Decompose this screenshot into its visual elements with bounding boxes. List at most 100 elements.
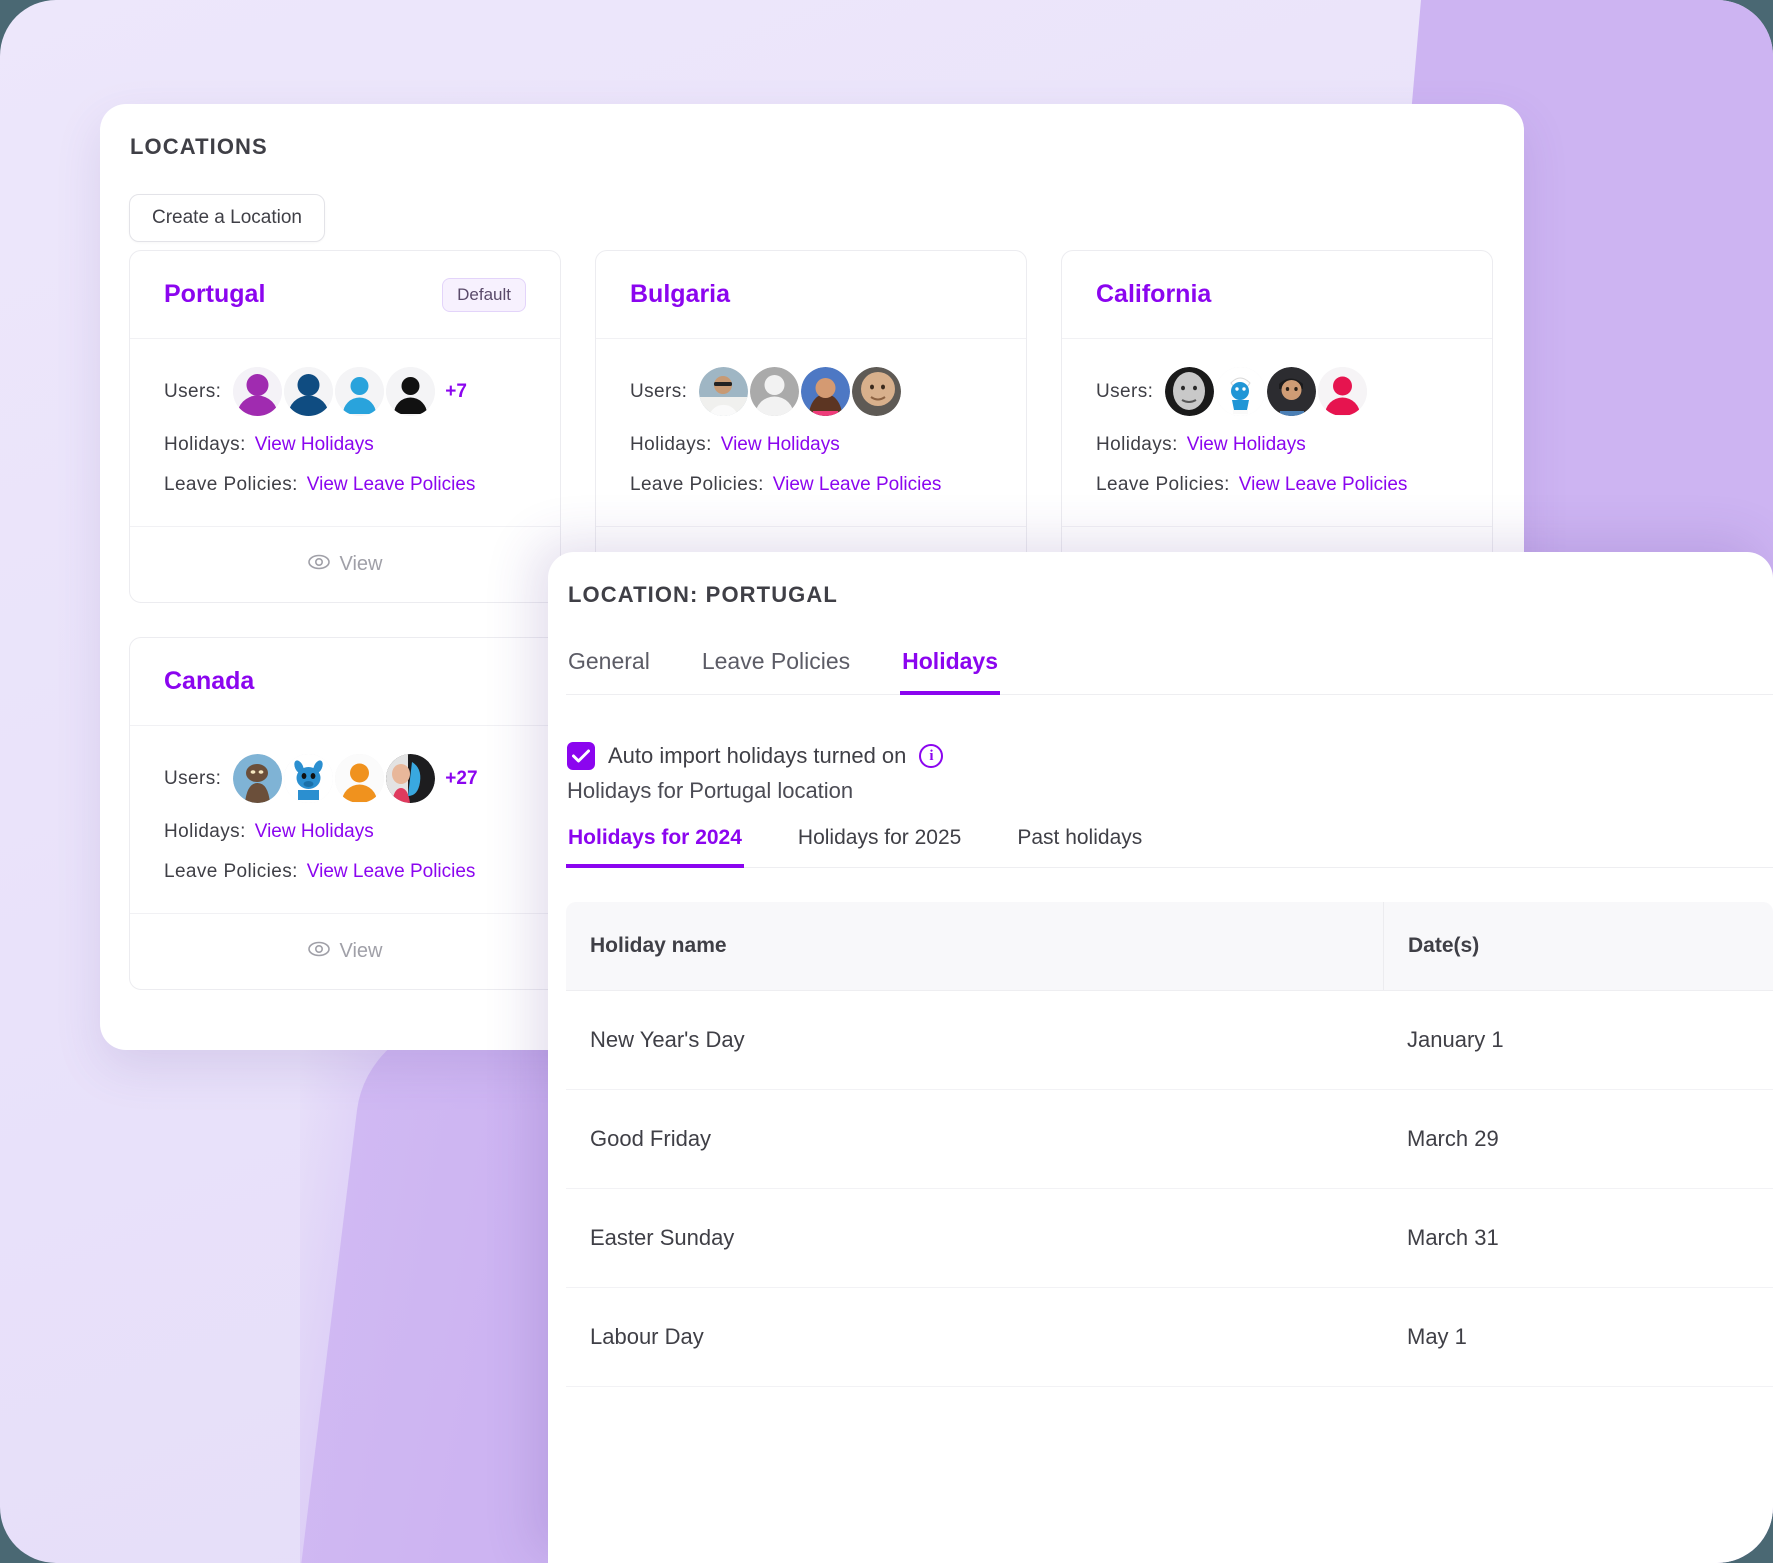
tab-general[interactable]: General [566,648,652,695]
location-card-body: Users: Holidays: View Holidays Leave Pol… [596,339,1026,526]
view-leave-policies-link[interactable]: View Leave Policies [1239,474,1408,496]
leave-policies-row: Leave Policies: View Leave Policies [1096,474,1458,496]
view-label: View [339,553,383,575]
location-card-canada[interactable]: Canada Users: +27 Holidays: View Holiday… [129,637,561,990]
table-row[interactable]: Good Friday March 29 [566,1090,1773,1189]
avatar-stitch[interactable] [284,754,334,803]
decorative-shape-fade [300,1030,560,1563]
leave-policies-label: Leave Policies: [164,861,298,882]
avatar-smurf[interactable] [1216,367,1266,416]
location-card-bulgaria[interactable]: Bulgaria Users: Holidays: View Holidays … [595,250,1027,603]
leave-policies-row: Leave Policies: View Leave Policies [630,474,992,496]
avatar-group[interactable] [699,367,903,416]
subtab-holidays-2025[interactable]: Holidays for 2025 [796,826,963,868]
cell-holiday-date: March 29 [1407,1126,1499,1151]
avatar-person-crimson[interactable] [1318,367,1368,416]
holidays-row: Holidays: View Holidays [1096,434,1458,456]
users-row: Users: +27 [164,754,526,803]
location-card-portugal[interactable]: Portugal Default Users: +7 Holidays: Vie… [129,250,561,603]
view-holidays-link[interactable]: View Holidays [1187,434,1306,456]
location-card-header: Bulgaria [596,251,1026,339]
auto-import-checkbox[interactable] [567,742,595,770]
table-row[interactable]: Labour Day May 1 [566,1288,1773,1387]
create-location-label: Create a Location [152,207,302,228]
cell-holiday-name: Easter Sunday [590,1225,735,1250]
leave-policies-label: Leave Policies: [630,474,764,495]
tab-holidays[interactable]: Holidays [900,648,1001,695]
leave-policies-row: Leave Policies: View Leave Policies [164,861,526,883]
avatar-photo-dark-man[interactable] [1267,367,1317,416]
avatar-person-black[interactable] [386,367,436,416]
more-users-count: +27 [445,767,478,789]
detail-tabs: General Leave Policies Holidays [566,648,1773,695]
avatar-photo-bw-man[interactable] [1165,367,1215,416]
view-holidays-link[interactable]: View Holidays [255,821,374,843]
more-users-count: +7 [445,380,467,402]
view-label: View [339,940,383,962]
create-location-button[interactable]: Create a Location [129,194,325,242]
location-name: Portugal [164,280,266,308]
users-label: Users: [164,767,222,789]
avatar-photo-man-sunglasses[interactable] [699,367,749,416]
view-leave-policies-link[interactable]: View Leave Policies [773,474,942,496]
users-row: Users: +7 [164,367,526,416]
leave-policies-row: Leave Policies: View Leave Policies [164,474,526,496]
view-holidays-link[interactable]: View Holidays [255,434,374,456]
cell-holiday-date: January 1 [1407,1027,1504,1052]
cell-holiday-date: March 31 [1407,1225,1499,1250]
auto-import-label: Auto import holidays turned on [608,743,907,768]
holidays-label: Holidays: [1096,434,1178,455]
detail-panel-title: LOCATION: PORTUGAL [568,582,838,607]
location-card-body: Users: +7 Holidays: View Holidays Leave … [130,339,560,526]
holidays-label: Holidays: [164,434,246,455]
avatar-group[interactable] [1165,367,1369,416]
view-location-footer[interactable]: View [130,913,560,989]
cell-holiday-date: May 1 [1407,1324,1467,1349]
tab-leave-policies[interactable]: Leave Policies [700,648,852,695]
subtab-past-holidays[interactable]: Past holidays [1015,826,1144,868]
avatar-person-purple[interactable] [233,367,283,416]
location-name: California [1096,280,1212,308]
table-row[interactable]: Easter Sunday March 31 [566,1189,1773,1288]
location-card-header: California [1062,251,1492,339]
location-name: Canada [164,667,255,695]
column-header-dates: Date(s) [1383,902,1773,990]
holidays-row: Holidays: View Holidays [164,821,526,843]
location-card-body: Users: Holidays: View Holidays Leave Pol… [1062,339,1492,526]
location-card-header: Canada [130,638,560,726]
users-label: Users: [630,380,688,402]
view-location-footer[interactable]: View [130,526,560,602]
eye-icon [307,940,330,963]
page-stage: LOCATIONS Create a Location Portugal Def… [0,0,1773,1563]
avatar-photo-bald-man[interactable] [852,367,902,416]
column-header-holiday-name: Holiday name [590,934,727,957]
avatar-person-navy[interactable] [284,367,334,416]
avatar-photo-colorful[interactable] [386,754,436,803]
location-card-california[interactable]: California Users: Holidays: View Holiday… [1061,250,1493,603]
avatar-group[interactable] [233,754,437,803]
avatar-photo-woman-pink[interactable] [801,367,851,416]
table-row[interactable]: New Year's Day January 1 [566,991,1773,1090]
info-icon[interactable]: i [919,744,944,768]
holidays-label: Holidays: [630,434,712,455]
status-badge: Default [442,277,526,312]
holidays-label: Holidays: [164,821,246,842]
location-card-body: Users: +27 Holidays: View Holidays Leave… [130,726,560,913]
avatar-person-gray[interactable] [750,367,800,416]
holiday-year-subtabs: Holidays for 2024 Holidays for 2025 Past… [566,826,1773,868]
users-row: Users: [630,367,992,416]
avatar-photo-et[interactable] [233,754,283,803]
cell-holiday-name: New Year's Day [590,1027,745,1052]
avatar-group[interactable] [233,367,437,416]
users-row: Users: [1096,367,1458,416]
avatar-person-lightblue[interactable] [335,367,385,416]
view-holidays-link[interactable]: View Holidays [721,434,840,456]
users-label: Users: [1096,380,1154,402]
location-card-header: Portugal Default [130,251,560,339]
avatar-person-orange[interactable] [335,754,385,803]
cell-holiday-name: Good Friday [590,1126,712,1151]
subtab-holidays-2024[interactable]: Holidays for 2024 [566,826,744,868]
view-leave-policies-link[interactable]: View Leave Policies [307,474,476,496]
view-leave-policies-link[interactable]: View Leave Policies [307,861,476,883]
auto-import-subtitle: Holidays for Portugal location [567,778,854,803]
